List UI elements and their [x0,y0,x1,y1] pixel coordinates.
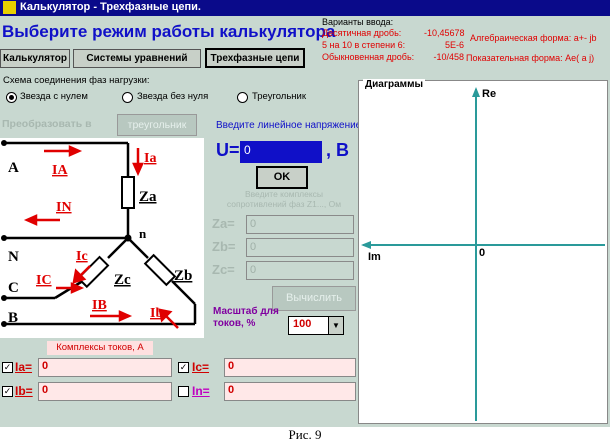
impedance-label: Za [139,189,157,205]
node-label: n [139,226,147,241]
in-output[interactable]: 0 [224,382,356,401]
ic-checkbox[interactable]: ✓ [178,362,189,373]
ia-checkbox[interactable]: ✓ [2,362,13,373]
voltage-prompt: Введите линейное напряжение [216,120,362,131]
variant-label: 5 на 10 в степени 6: [322,40,406,50]
in-label: In= [192,384,210,398]
in-checkbox[interactable] [178,386,189,397]
current-label: Ic [76,249,88,264]
variant-value: -10/458 [433,52,464,62]
axis-re-label: Re [482,88,497,100]
current-label: IN [56,200,72,215]
variant-value: -10,45678 [424,28,465,38]
ic-output[interactable]: 0 [224,358,356,377]
scale-select[interactable]: 100 ▼ [288,316,344,335]
ic-value: 0 [228,360,235,372]
scheme-title: Схема соединения фаз нагрузки: [3,75,150,86]
ic-label: Ic= [192,360,210,374]
variant-value: 5E-6 [444,40,464,50]
algebraic-form: Алгебраическая форма: a+- jb [470,33,597,43]
window-title: Калькулятор - Трехфазные цепи. [20,1,201,13]
convert-button[interactable]: треугольник [117,114,197,136]
origin-label: 0 [479,247,486,259]
voltage-label: U= [216,140,240,160]
current-label: IC [36,273,52,288]
ib-output[interactable]: 0 [38,382,172,401]
zc-value: 0 [250,264,257,276]
radio-star-no-neutral[interactable] [122,92,133,103]
terminal-n [1,235,7,241]
app-icon [3,1,16,14]
node-n [124,234,132,242]
terminal-a [1,140,7,146]
axis-im-label: Im [368,251,381,263]
impedance-prompt: Введите комплексы сопротивлений фаз Z1..… [226,189,342,209]
convert-label: Преобразовать в [2,118,92,130]
headline: Выберите режим работы калькулятора [2,22,336,41]
ib-label: Ib= [15,384,33,398]
variant-label: Обыкновенная дробь: [322,52,415,62]
impedance-label: Zb [174,268,192,284]
scheme-panel: Схема соединения фаз нагрузки: Звезда с … [0,72,356,110]
current-label: IB [92,298,107,313]
title-bar: Калькулятор - Трехфазные цепи. [0,0,610,16]
ia-value: 0 [42,360,49,372]
figure-caption: Рис. 9 [0,427,610,444]
terminal-c [1,295,7,301]
zc-input[interactable]: 0 [246,261,354,280]
impedance-label: Za= [212,216,235,231]
voltage-value: 0 [244,143,251,157]
input-variants-title: Варианты ввода: [322,17,394,27]
scheme-option-label: Звезда с нулем [20,91,88,102]
za-input[interactable]: 0 [246,215,354,234]
terminal-b [1,321,7,327]
ia-label: Ia= [15,360,33,374]
currents-title: Комплексы токов, А [47,341,153,355]
current-label: IA [52,163,68,178]
current-label: Ia [144,151,156,166]
impedance-label: Zc [114,272,131,288]
impedance-za [121,176,135,209]
current-label: Ib [150,306,163,321]
axis-re-arrow [472,87,480,97]
exponential-form: Показательная форма: Ae( a j) [466,53,595,63]
variant-label: Десятичная дробь: [322,28,402,38]
radio-delta[interactable] [237,92,248,103]
tab-equation-systems[interactable]: Системы уравнений [73,49,201,68]
diagram-panel: Диаграммы Re Im 0 [358,79,608,424]
node-label: C [8,280,19,296]
ib-value: 0 [42,384,49,396]
radio-star-neutral[interactable] [6,92,17,103]
node-label: A [8,160,19,176]
scheme-option-label: Звезда без нуля [137,91,209,102]
zb-input[interactable]: 0 [246,238,354,257]
za-value: 0 [250,218,257,230]
input-variants-panel: Варианты ввода: Десятичная дробь: -10,45… [320,16,610,68]
impedance-label: Zc= [212,262,235,277]
zb-value: 0 [250,241,257,253]
voltage-input[interactable]: 0 [240,141,322,163]
tab-calculator[interactable]: Калькулятор [0,49,70,68]
scheme-option-label: Треугольник [252,91,307,102]
voltage-unit: , B [326,140,350,160]
circuit-diagram: A N C B n Ia IA IN Ic IC IB Ib Za Zc Zb [0,138,204,338]
in-value: 0 [228,384,235,396]
ok-button[interactable]: OK [256,166,308,189]
node-label: N [8,249,19,265]
scale-value: 100 [293,318,312,330]
chevron-down-icon[interactable]: ▼ [328,317,343,334]
tab-three-phase[interactable]: Трехфазные цепи [205,48,305,68]
impedance-label: Zb= [212,239,236,254]
ib-checkbox[interactable]: ✓ [2,386,13,397]
ia-output[interactable]: 0 [38,358,172,377]
node-label: B [8,310,18,326]
axis-im-arrow [361,241,371,249]
scale-label: Масштаб для токов, % [213,306,279,329]
